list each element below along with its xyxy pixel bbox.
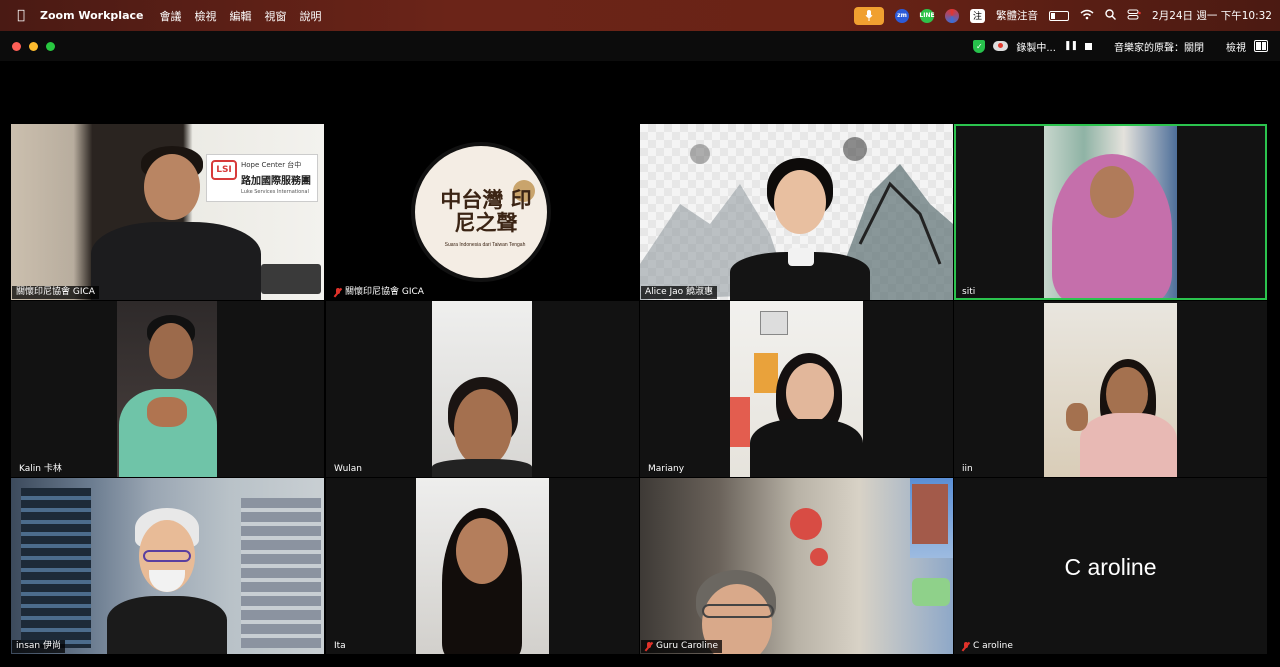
- participant-tile-mariany[interactable]: Mariany: [640, 301, 953, 477]
- participant-name-tag: Wulan: [330, 463, 366, 476]
- microphone-in-use-icon[interactable]: [854, 6, 885, 25]
- participant-video: [640, 478, 953, 654]
- participant-name-tag: Mariany: [644, 463, 688, 476]
- office-sign-line1: Hope Center 台中: [241, 161, 302, 169]
- participant-name: iin: [962, 464, 973, 474]
- menu-view[interactable]: 檢視: [194, 8, 216, 24]
- participant-tile-gica-video[interactable]: LSI Hope Center 台中 路加國際服務團 Luke Services…: [11, 124, 324, 300]
- apple-menu-icon[interactable]: : [14, 8, 28, 23]
- macos-menu-bar:  Zoom Workplace 會議 檢視 編輯 視窗 說明 zm LINE …: [0, 0, 1280, 31]
- voice-of-indonesia-logo: 中台灣 印尼之聲 Suara Indonesia dari Taiwan Ten…: [411, 142, 551, 282]
- menu-meeting[interactable]: 會議: [159, 8, 181, 24]
- participant-name: Mariany: [648, 464, 685, 474]
- input-method-icon[interactable]: 注: [970, 8, 986, 23]
- participant-video: [432, 301, 532, 477]
- window-controls: [12, 41, 55, 51]
- participant-name-tag: 關懷印尼協會 GICA: [330, 286, 428, 299]
- participant-body: [91, 222, 261, 300]
- original-sound-toggle[interactable]: 音樂家的原聲：關閉: [1114, 39, 1204, 54]
- printer: [261, 264, 321, 294]
- spotlight-search-icon[interactable]: [1105, 8, 1117, 23]
- participant-video: [1044, 126, 1177, 298]
- line-app-icon[interactable]: LINE: [919, 8, 935, 23]
- recording-status-label: 錄製中...: [1016, 42, 1056, 54]
- participant-name-tag: C aroline: [958, 640, 1017, 653]
- zoom-tray-icon[interactable]: zm: [895, 8, 910, 23]
- participant-name: 關懷印尼協會 GICA: [345, 287, 424, 297]
- wifi-icon[interactable]: [1080, 9, 1094, 23]
- participant-tile-alice[interactable]: Alice Jao 饒淑惠: [640, 124, 953, 300]
- participant-tile-siti[interactable]: siti: [954, 124, 1267, 300]
- participant-body: [432, 459, 532, 477]
- participant-name-tag: Guru Caroline: [641, 640, 722, 653]
- participant-tile-guru-caroline[interactable]: Guru Caroline: [640, 478, 953, 654]
- participant-tile-insan[interactable]: insan 伊尚: [11, 478, 324, 654]
- fullscreen-window-button[interactable]: [46, 41, 55, 51]
- muted-microphone-icon: [962, 642, 970, 651]
- participant-tile-kalin[interactable]: Kalin 卡林: [11, 301, 324, 477]
- view-menu-label[interactable]: 檢視: [1226, 39, 1246, 54]
- app-menu-zoom[interactable]: Zoom Workplace: [40, 9, 143, 22]
- hope-center-logo-icon: LSI: [211, 160, 237, 180]
- close-window-button[interactable]: [12, 41, 21, 51]
- participant-body: [750, 419, 863, 477]
- pause-recording-icon[interactable]: ❚❚: [1064, 41, 1078, 51]
- menu-bar-clock[interactable]: 2月24日 週一 下午10:32: [1152, 8, 1272, 23]
- participant-name-tag: insan 伊尚: [12, 640, 65, 653]
- menu-help[interactable]: 說明: [299, 8, 321, 24]
- participant-name-tag: siti: [958, 286, 979, 299]
- participant-tile-iin[interactable]: iin: [954, 301, 1267, 477]
- participant-name: C aroline: [973, 641, 1013, 651]
- participant-name: Alice Jao 饒淑惠: [645, 287, 714, 297]
- input-method-label[interactable]: 繁體注音: [996, 8, 1038, 23]
- participant-name: Wulan: [334, 464, 363, 474]
- muted-microphone-icon: [334, 288, 342, 297]
- participant-display-name: C aroline: [1064, 554, 1157, 580]
- parked-car: [912, 578, 950, 606]
- participant-video: [1044, 303, 1177, 477]
- zoom-window-titlebar: ✓ 錄製中... ❚❚ 音樂家的原聲：關閉 檢視: [0, 31, 1280, 61]
- participant-body: [1080, 413, 1177, 477]
- cloud-recording-icon: [993, 41, 1009, 51]
- participant-name-tag: Alice Jao 饒淑惠: [641, 286, 718, 299]
- red-lantern: [790, 508, 822, 540]
- participant-name: Ita: [334, 641, 346, 651]
- participant-tile-gica-logo[interactable]: 中台灣 印尼之聲 Suara Indonesia dari Taiwan Ten…: [326, 124, 639, 300]
- participant-tile-wulan[interactable]: Wulan: [326, 301, 639, 477]
- browser-tray-icon[interactable]: [945, 8, 960, 23]
- participant-name-tag: Kalin 卡林: [15, 463, 66, 476]
- participant-video: LSI Hope Center 台中 路加國際服務團 Luke Services…: [11, 124, 324, 300]
- logo-subtitle: Suara Indonesia dari Taiwan Tengah: [444, 242, 526, 248]
- participant-name: Guru Caroline: [656, 641, 718, 651]
- participant-name-tag: 關懷印尼協會 GICA: [12, 286, 99, 299]
- muted-microphone-icon: [645, 642, 653, 651]
- menu-window[interactable]: 視窗: [264, 8, 286, 24]
- battery-icon[interactable]: [1049, 10, 1070, 21]
- security-shield-icon[interactable]: ✓: [973, 39, 986, 53]
- participant-video: [11, 478, 324, 654]
- participant-name: Kalin 卡林: [19, 464, 62, 474]
- participant-name: siti: [962, 287, 976, 297]
- participant-video: [640, 124, 953, 300]
- minimize-window-button[interactable]: [29, 41, 38, 51]
- stop-recording-icon[interactable]: [1085, 42, 1092, 50]
- menu-edit[interactable]: 編輯: [229, 8, 251, 24]
- participant-name: 關懷印尼協會 GICA: [16, 287, 95, 297]
- control-center-icon[interactable]: [1127, 9, 1141, 23]
- participant-tile-caroline-video-off[interactable]: C aroline C aroline: [954, 478, 1267, 654]
- participant-tile-ita[interactable]: Ita: [326, 478, 639, 654]
- office-sign: LSI Hope Center 台中 路加國際服務團 Luke Services…: [206, 154, 318, 202]
- participant-name: insan 伊尚: [16, 641, 61, 651]
- participant-video: [117, 301, 217, 477]
- participant-video: [416, 478, 549, 654]
- wall-fan-icon: [760, 311, 788, 335]
- participant-body: [107, 596, 227, 654]
- participant-video: [730, 301, 863, 477]
- participant-name-tag: iin: [958, 463, 977, 476]
- participant-name-tag: Ita: [330, 640, 350, 653]
- office-sign-line3: Luke Services International: [241, 189, 309, 195]
- office-sign-line2: 路加國際服務團: [241, 176, 311, 187]
- gallery-view-icon[interactable]: [1254, 40, 1268, 52]
- logo-title: 中台灣 印尼之聲: [440, 187, 532, 235]
